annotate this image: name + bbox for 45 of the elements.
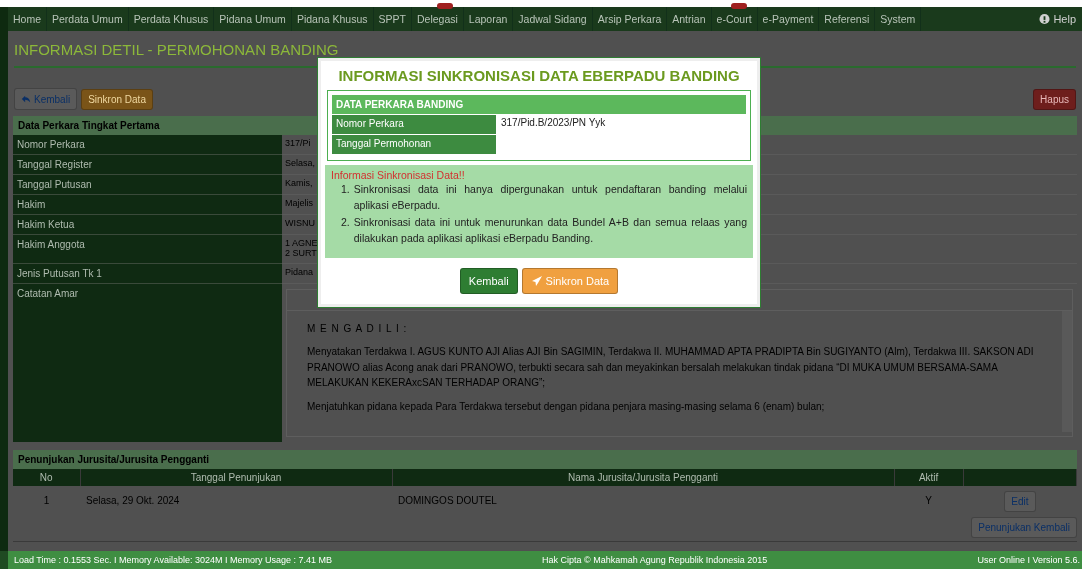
nav-menu-item[interactable]: Laporan	[463, 7, 514, 31]
table-cell: Selasa, 29 Okt. 2024	[80, 485, 392, 515]
table-cell: 1	[13, 485, 80, 515]
field-label: Tanggal Putusan	[13, 175, 282, 195]
field-label: Jenis Putusan Tk 1	[13, 263, 282, 284]
table-cell: DOMINGOS DOUTEL	[392, 485, 894, 515]
copyright: Hak Cipta © Mahkamah Agung Republik Indonesia 2015	[542, 555, 768, 565]
sync-button[interactable]: Sinkron Data	[81, 88, 153, 110]
field-label: Hakim Anggota	[13, 235, 282, 264]
nav-menu-item[interactable]: Perdata Khusus	[128, 7, 215, 31]
section-header: Penunjukan Jurusita/Jurusita Pengganti	[13, 449, 1077, 469]
field-label: Nomor Perkara	[332, 114, 497, 134]
nav-menu-item[interactable]: Pidana Khusus	[291, 7, 374, 31]
help-link[interactable]: Help	[1033, 7, 1082, 31]
nav-menu-item[interactable]: Referensi	[819, 7, 876, 31]
verdict-paragraph: Menjatuhkan pidana kepada Para Terdakwa tersebut dengan pidana penjara masing-masing selama 6 (enam) bulan;	[307, 399, 826, 414]
nav-menu-item[interactable]: Antrian	[667, 7, 712, 31]
field-label: Tanggal Register	[13, 155, 282, 175]
text-editor[interactable]	[286, 288, 1073, 437]
table-header: DATA PERKARA BANDING	[332, 95, 746, 114]
field-label: Tanggal Permohonan	[332, 134, 497, 154]
field-label: Nomor Perkara	[13, 135, 282, 155]
nav-menu-item[interactable]: Home	[8, 7, 47, 31]
reply-arrow-icon	[21, 93, 31, 105]
nav-menu-item[interactable]: Jadwal Sidang	[513, 7, 593, 31]
nav-menu-item[interactable]: e-Court	[711, 7, 758, 31]
delete-button[interactable]: Hapus	[1033, 88, 1076, 110]
list-number: 1.	[341, 182, 350, 197]
nav-menu-item[interactable]: Delegasi	[411, 7, 464, 31]
version-info: User Online I Version 5.6.	[977, 555, 1080, 565]
nav-menu-item[interactable]: Perdata Umum	[47, 7, 129, 31]
back-button[interactable]: Kembali	[459, 268, 518, 295]
nav-menu-item[interactable]: System	[875, 7, 922, 31]
field-label: Hakim Ketua	[13, 215, 282, 235]
load-stats: Load Time : 0.1553 Sec. I Memory Available: 3024M I Memory Usage : 7.41 MB	[14, 555, 332, 565]
nav-menu-item[interactable]: Arsip Perkara	[592, 7, 668, 31]
list-number: 2.	[341, 214, 350, 230]
nav-menu-item[interactable]: Pidana Umum	[214, 7, 292, 31]
field-label: Hakim	[13, 195, 282, 215]
nav-menu-item[interactable]: e-Payment	[757, 7, 820, 31]
field-value: 317/Pid.B/2023/PN Yyk	[500, 116, 607, 130]
nav-menu-item[interactable]: SPPT	[373, 7, 412, 31]
field-label: Catatan Amar	[13, 283, 282, 442]
dialog-title: INFORMASI SINKRONISASI DATA EBERPADU BANDING	[337, 67, 741, 84]
table-cell: Y	[894, 485, 964, 515]
